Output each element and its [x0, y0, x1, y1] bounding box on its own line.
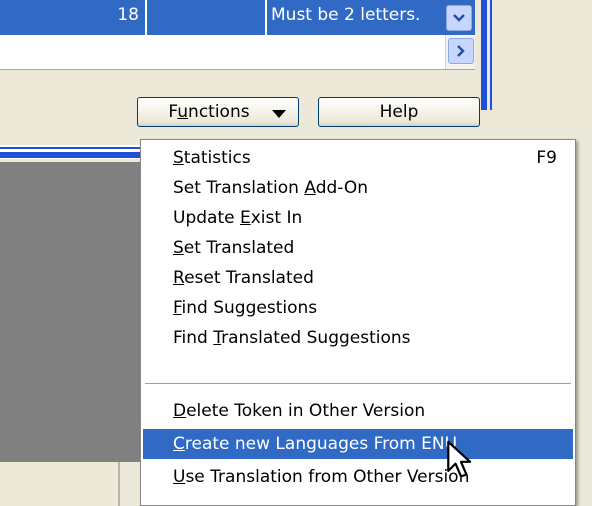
window-border-right-inner [490, 0, 492, 110]
menu-separator [145, 383, 571, 384]
mouse-pointer-icon [447, 440, 472, 478]
window-right-background [487, 0, 592, 160]
menu-item-find-suggestions[interactable]: Find Suggestions [143, 293, 573, 323]
chevron-down-icon [453, 14, 465, 22]
background-window-border-thick [0, 152, 140, 158]
menu-item-statistics[interactable]: Statistics F9 [143, 143, 573, 173]
background-window-border [0, 147, 140, 149]
menu-item-create-new-languages[interactable]: Create new Languages From ENU [143, 429, 573, 459]
menu-item-reset-translated[interactable]: Reset Translated [143, 263, 573, 293]
menu-item-set-translated[interactable]: Set Translated [143, 233, 573, 263]
functions-context-menu: Statistics F9 Set Translation Add-On Upd… [140, 139, 576, 506]
grid-cell-number[interactable]: 18 [0, 0, 147, 35]
menu-item-update-exist-in[interactable]: Update Exist In [143, 203, 573, 233]
menu-item-find-translated-suggestions[interactable]: Find Translated Suggestions [143, 323, 573, 353]
menu-item-shortcut: F9 [536, 148, 557, 168]
grid-cell-message[interactable]: Must be 2 letters. [267, 0, 443, 35]
background-window-panel [0, 162, 140, 462]
cell-dropdown-button[interactable] [446, 5, 472, 31]
menu-item-delete-token[interactable]: Delete Token in Other Version [143, 396, 573, 426]
status-bar-separator [118, 462, 120, 506]
caret-down-icon [272, 110, 286, 118]
grid-cell-empty[interactable] [147, 0, 267, 35]
menu-item-set-translation-add-on[interactable]: Set Translation Add-On [143, 173, 573, 203]
chevron-right-icon [457, 45, 465, 57]
functions-button[interactable]: Functions [137, 97, 299, 127]
grid-body [0, 35, 475, 69]
functions-button-label: Functions [168, 102, 250, 122]
menu-item-use-translation-from-other-version[interactable]: Use Translation from Other Version [143, 462, 573, 492]
help-button[interactable]: Help [318, 97, 480, 127]
grid-divider [0, 69, 475, 70]
scroll-right-button[interactable] [448, 38, 474, 64]
window-border-right [481, 0, 487, 110]
